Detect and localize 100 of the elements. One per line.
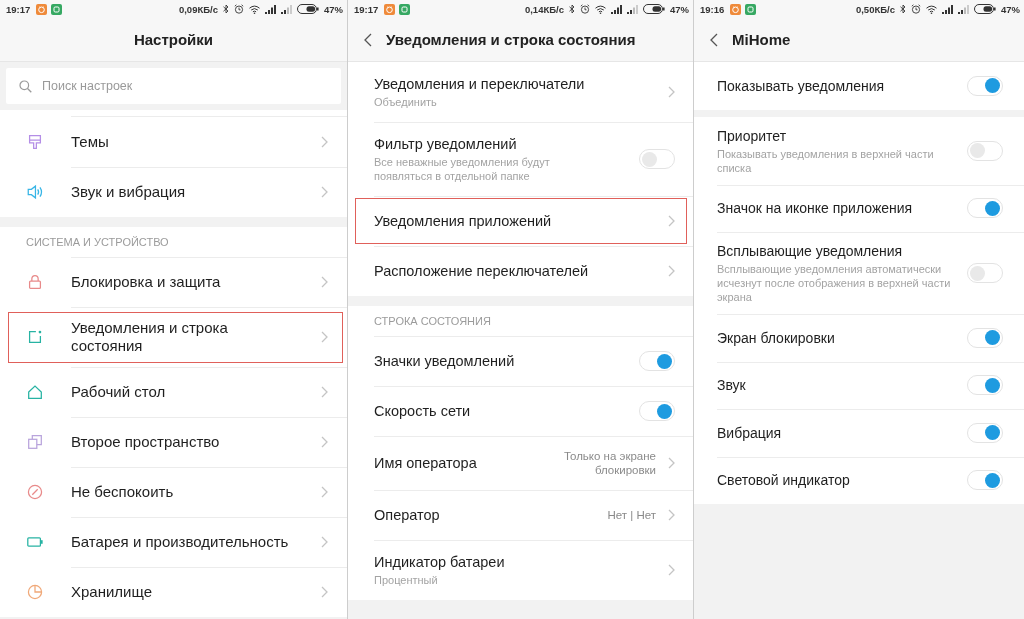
signal-icon: [627, 4, 638, 14]
speaker-icon: [26, 183, 44, 201]
toggle-switch[interactable]: [639, 401, 675, 421]
status-time: 19:17: [6, 3, 31, 15]
toggle-switch[interactable]: [967, 327, 1003, 348]
toggle-switch[interactable]: [967, 263, 1003, 283]
square-dot-icon: [26, 328, 44, 346]
chevron-right-icon: [668, 564, 675, 576]
setting-label: Темы: [71, 133, 110, 151]
setting-label: Хранилище: [71, 583, 153, 601]
wifi-icon: [595, 4, 606, 14]
status-time: 19:17: [354, 3, 379, 15]
setting-label: Приоритет: [717, 126, 788, 145]
setting-label: Оператор: [374, 506, 441, 524]
setting-label: Показывать уведомления: [717, 76, 886, 95]
search-icon: [19, 79, 32, 93]
battery-icon: [974, 4, 996, 14]
toggle-switch[interactable]: [967, 422, 1003, 443]
chevron-right-icon: [321, 486, 328, 498]
chevron-right-icon: [321, 331, 328, 343]
chevron-right-icon: [321, 386, 328, 398]
alarm-clock-icon: [580, 4, 590, 14]
setting-value: Только на экране блокировки: [562, 449, 656, 477]
battery-percent: 47%: [670, 3, 689, 15]
toggle-switch[interactable]: [967, 198, 1003, 219]
toggle-switch[interactable]: [967, 470, 1003, 491]
chevron-right-icon: [668, 509, 675, 521]
wifi-icon: [926, 4, 937, 14]
setting-label: Не беспокоить: [71, 483, 175, 501]
app-notification-icon: [36, 3, 48, 15]
battery-percent: 47%: [324, 3, 343, 15]
battery-icon: [643, 4, 665, 14]
setting-label: Звук: [717, 376, 747, 395]
section-heading: СИСТЕМА И УСТРОЙСТВО: [26, 236, 169, 248]
chevron-right-icon: [668, 457, 675, 469]
home-icon: [26, 383, 44, 401]
back-icon[interactable]: [710, 32, 718, 47]
setting-label: Всплывающие уведомления: [717, 242, 904, 260]
setting-value: Нет | Нет: [607, 508, 656, 522]
setting-label: Фильтр уведомлений: [374, 135, 518, 153]
setting-label: Скорость сети: [374, 402, 472, 420]
network-speed: 0,09КБ/с: [178, 3, 218, 15]
chevron-right-icon: [321, 186, 328, 198]
setting-label: Значок на иконке приложения: [717, 199, 914, 218]
bluetooth-icon: [569, 4, 575, 14]
toggle-switch[interactable]: [639, 351, 675, 371]
network-speed: 0,14КБ/с: [524, 3, 564, 15]
screen-title: MiHome: [732, 31, 791, 48]
app-notification-icon: [384, 3, 396, 15]
toggle-switch[interactable]: [967, 75, 1003, 96]
setting-label: Вибрация: [717, 423, 783, 442]
app-notification-icon: [745, 3, 757, 15]
chevron-right-icon: [321, 276, 328, 288]
app-notification-icon: [51, 3, 63, 15]
chevron-right-icon: [321, 136, 328, 148]
section-heading: СТРОКА СОСТОЯНИЯ: [374, 315, 491, 327]
chevron-right-icon: [321, 586, 328, 598]
pie-chart-icon: [26, 583, 44, 601]
setting-label: Батарея и производительность: [71, 533, 290, 551]
setting-label: Второе пространство: [71, 433, 221, 451]
chevron-right-icon: [668, 86, 675, 98]
toggle-switch[interactable]: [967, 140, 1003, 161]
setting-label: Блокировка и защита: [71, 273, 222, 291]
alarm-clock-icon: [234, 4, 244, 14]
setting-label: Экран блокировки: [717, 328, 836, 347]
setting-label: Световой индикатор: [717, 471, 851, 490]
signal-icon: [958, 4, 969, 14]
setting-description: Всплывающие уведомления автоматически исчезнут после отображения в верхней части экрана: [717, 262, 952, 304]
app-notification-icon: [399, 3, 411, 15]
screen-title: Уведомления и строка состояния: [386, 31, 636, 48]
back-icon[interactable]: [364, 32, 372, 47]
setting-label: Расположение переключателей: [374, 262, 590, 280]
battery-percent: 47%: [1001, 3, 1020, 15]
setting-description: Процентный: [374, 573, 439, 587]
signal-icon: [281, 4, 292, 14]
chevron-right-icon: [668, 215, 675, 227]
app-notification-icon: [730, 3, 742, 15]
toggle-switch[interactable]: [967, 375, 1003, 396]
lock-icon: [26, 273, 44, 291]
overlapping-squares-icon: [26, 433, 44, 451]
setting-label: Имя оператора: [374, 454, 478, 472]
signal-icon: [265, 4, 276, 14]
setting-label: Уведомления приложений: [374, 212, 553, 230]
screen-title: Настройки: [133, 31, 214, 48]
setting-label: Звук и вибрация: [71, 183, 187, 201]
setting-description: Показывать уведомления в верхней части списка: [717, 146, 935, 175]
chevron-right-icon: [668, 265, 675, 277]
chevron-right-icon: [321, 536, 328, 548]
search-field[interactable]: Поиск настроек: [6, 68, 341, 104]
alarm-clock-icon: [911, 4, 921, 14]
setting-label: Значки уведомлений: [374, 352, 516, 370]
network-speed: 0,50КБ/с: [855, 3, 895, 15]
bluetooth-icon: [900, 4, 906, 14]
signal-icon: [611, 4, 622, 14]
setting-label: Индикатор батареи: [374, 553, 506, 571]
toggle-switch[interactable]: [639, 149, 675, 169]
circle-slash-icon: [26, 483, 44, 501]
brush-icon: [26, 133, 44, 151]
status-time: 19:16: [700, 3, 725, 15]
wifi-icon: [249, 4, 260, 14]
